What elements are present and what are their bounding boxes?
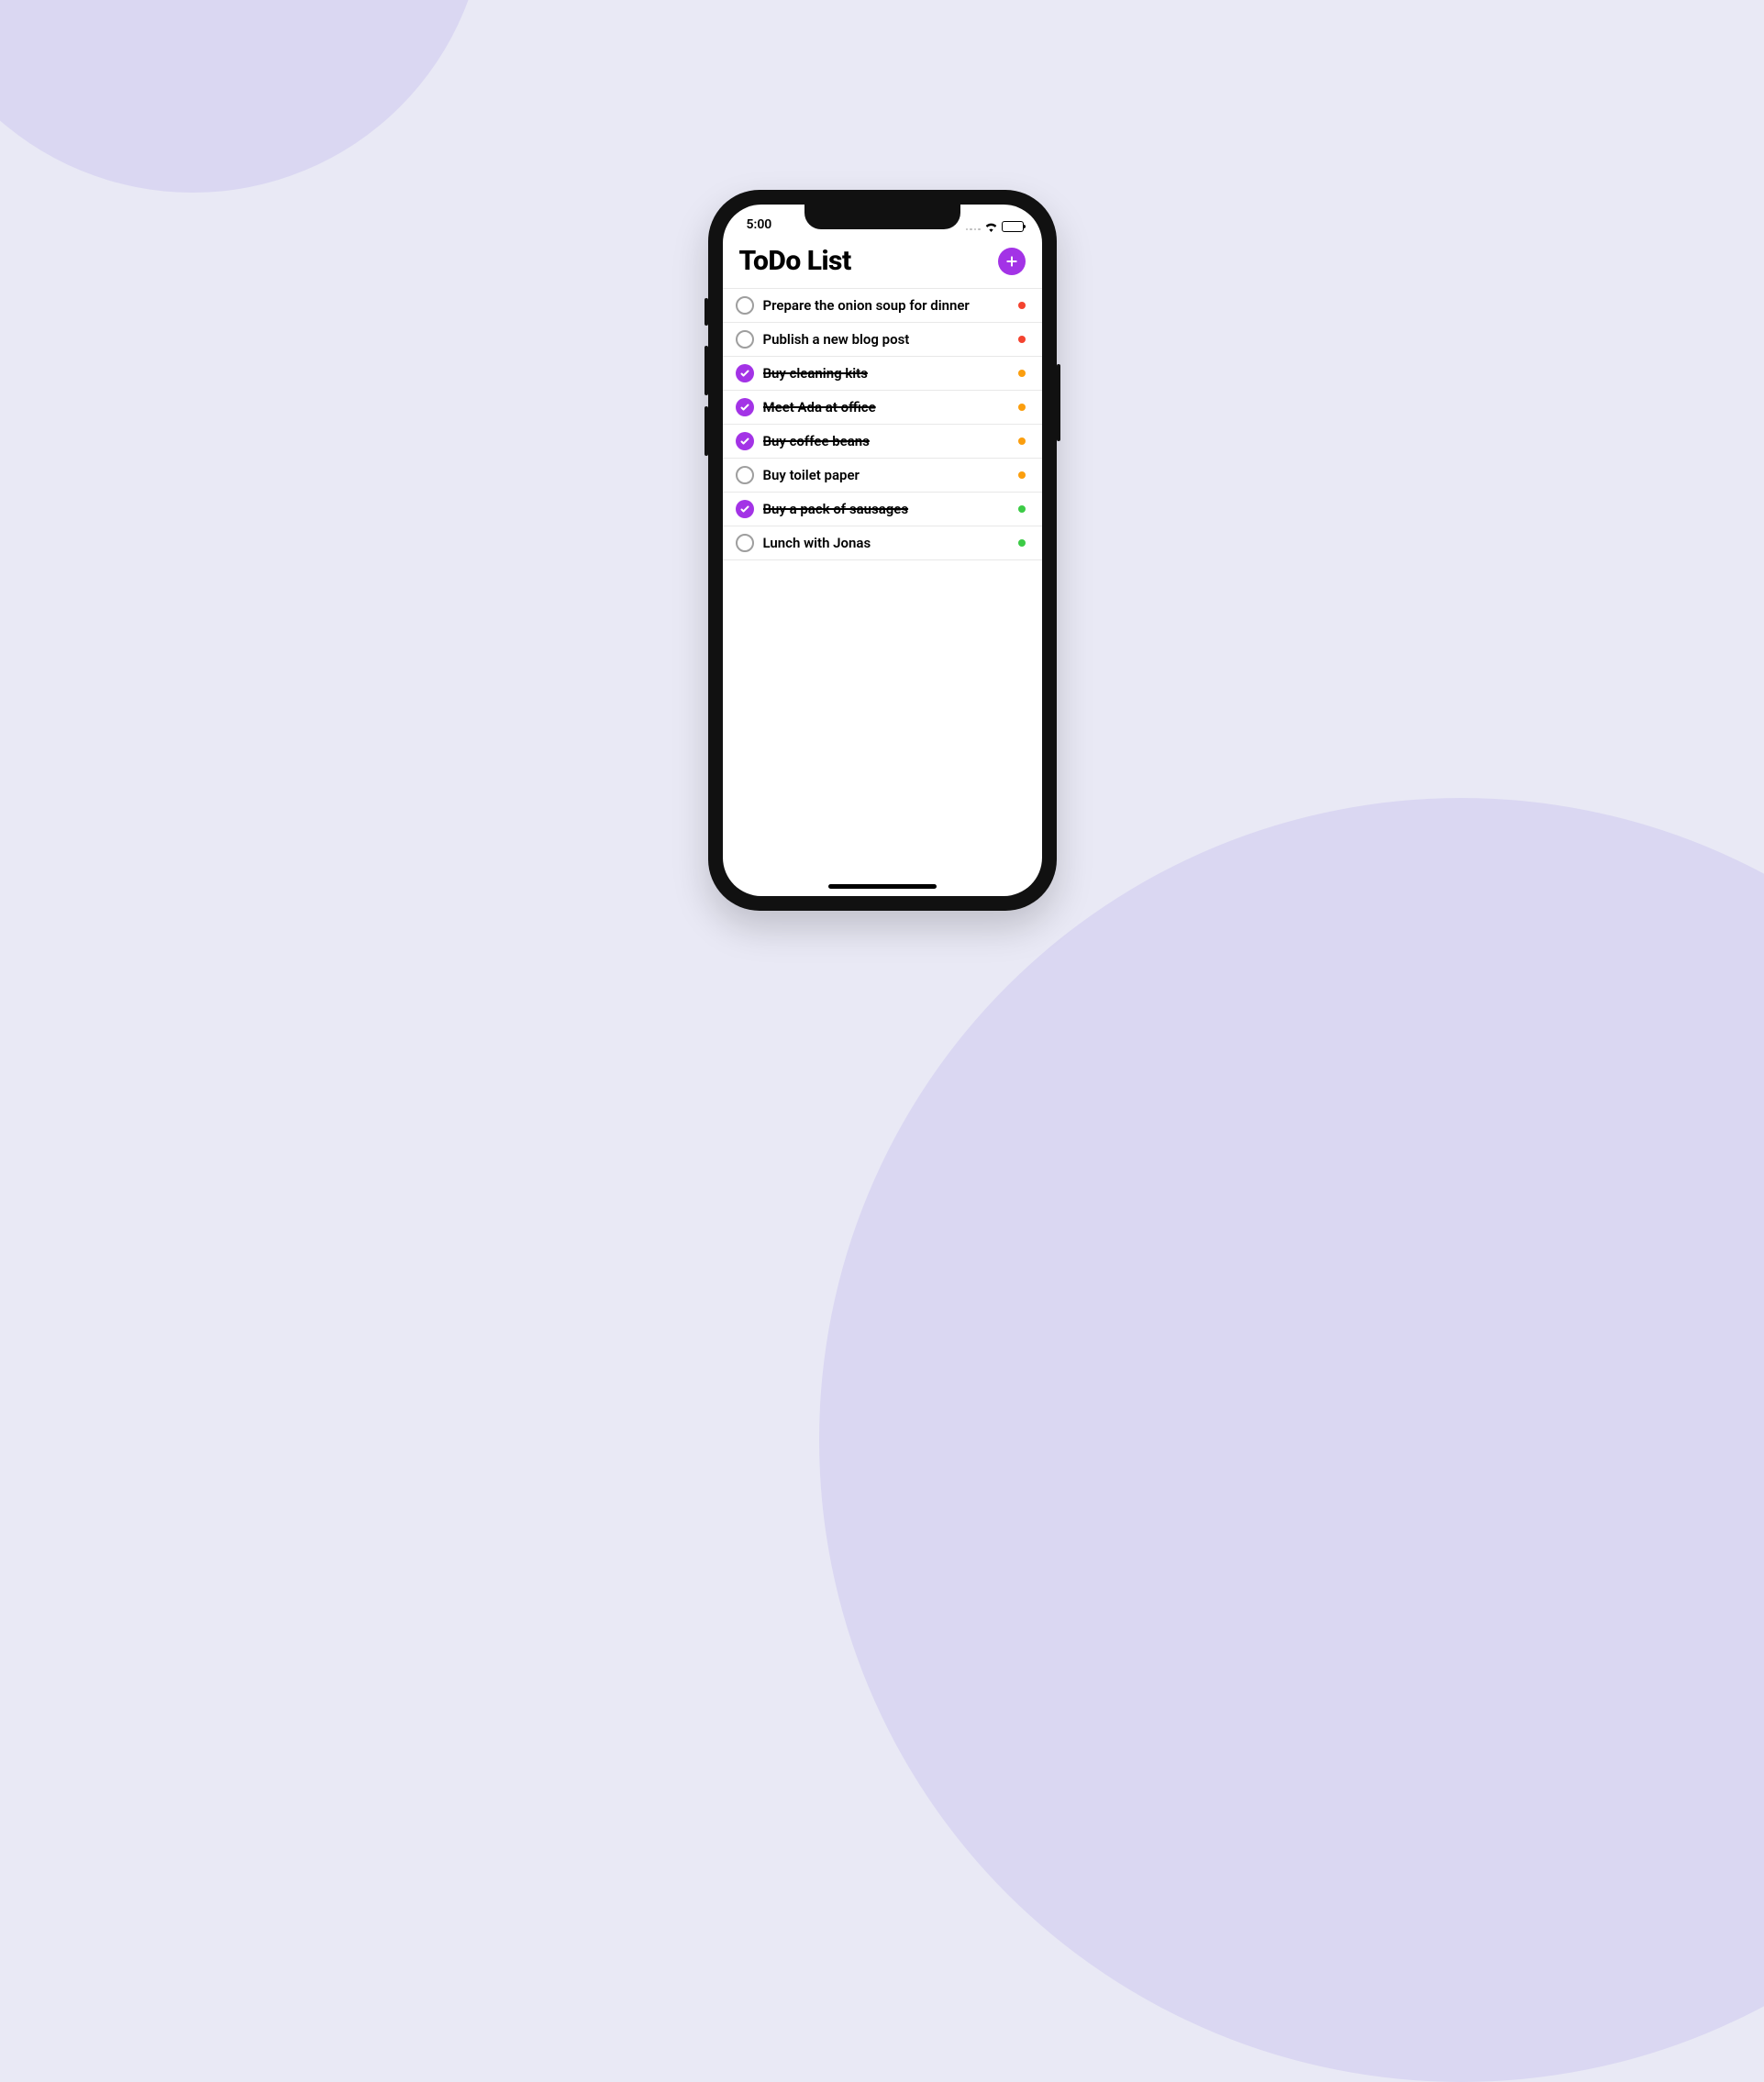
priority-dot	[1018, 404, 1026, 411]
priority-dot	[1018, 336, 1026, 343]
todo-row[interactable]: Lunch with Jonas	[723, 526, 1042, 560]
phone-side-button	[704, 346, 708, 395]
checkbox-checked-icon[interactable]	[736, 398, 754, 416]
todo-label: Meet Ada at office	[763, 399, 1009, 415]
todo-row[interactable]: Prepare the onion soup for dinner	[723, 289, 1042, 323]
stage: 5:00 ToDo List Prepare the onion so	[0, 0, 1764, 1101]
status-time: 5:00	[747, 217, 772, 232]
todo-row[interactable]: Buy cleaning kits	[723, 357, 1042, 391]
checkbox-checked-icon[interactable]	[736, 500, 754, 518]
phone-notch	[804, 205, 960, 229]
phone-side-button	[704, 406, 708, 456]
todo-label: Prepare the onion soup for dinner	[763, 297, 1009, 314]
phone-screen: 5:00 ToDo List Prepare the onion so	[723, 205, 1042, 896]
phone-frame: 5:00 ToDo List Prepare the onion so	[708, 190, 1057, 911]
todo-label: Publish a new blog post	[763, 331, 1009, 348]
todo-row[interactable]: Publish a new blog post	[723, 323, 1042, 357]
status-right	[966, 221, 1024, 232]
priority-dot	[1018, 471, 1026, 479]
priority-dot	[1018, 437, 1026, 445]
app-header: ToDo List	[723, 232, 1042, 288]
home-indicator	[828, 884, 937, 889]
todo-row[interactable]: Meet Ada at office	[723, 391, 1042, 425]
priority-dot	[1018, 370, 1026, 377]
phone-side-button	[1057, 364, 1060, 441]
cellular-icon	[966, 223, 981, 230]
checkbox-unchecked-icon[interactable]	[736, 330, 754, 349]
todo-row[interactable]: Buy coffee beans	[723, 425, 1042, 459]
todo-label: Buy toilet paper	[763, 467, 1009, 483]
todo-label: Lunch with Jonas	[763, 535, 1009, 551]
checkbox-unchecked-icon[interactable]	[736, 466, 754, 484]
todo-row[interactable]: Buy a pack of sausages	[723, 493, 1042, 526]
phone-side-button	[704, 298, 708, 326]
battery-icon	[1002, 221, 1024, 232]
checkbox-checked-icon[interactable]	[736, 432, 754, 450]
priority-dot	[1018, 302, 1026, 309]
checkbox-checked-icon[interactable]	[736, 364, 754, 382]
checkbox-unchecked-icon[interactable]	[736, 296, 754, 315]
todo-list: Prepare the onion soup for dinner Publish…	[723, 288, 1042, 560]
todo-label: Buy cleaning kits	[763, 365, 1009, 382]
priority-dot	[1018, 539, 1026, 547]
todo-label: Buy coffee beans	[763, 433, 1009, 449]
priority-dot	[1018, 505, 1026, 513]
wifi-icon	[984, 222, 998, 232]
todo-row[interactable]: Buy toilet paper	[723, 459, 1042, 493]
add-task-button[interactable]	[998, 248, 1026, 275]
checkbox-unchecked-icon[interactable]	[736, 534, 754, 552]
plus-icon	[1004, 254, 1019, 269]
todo-label: Buy a pack of sausages	[763, 501, 1009, 517]
app-title: ToDo List	[739, 245, 851, 277]
